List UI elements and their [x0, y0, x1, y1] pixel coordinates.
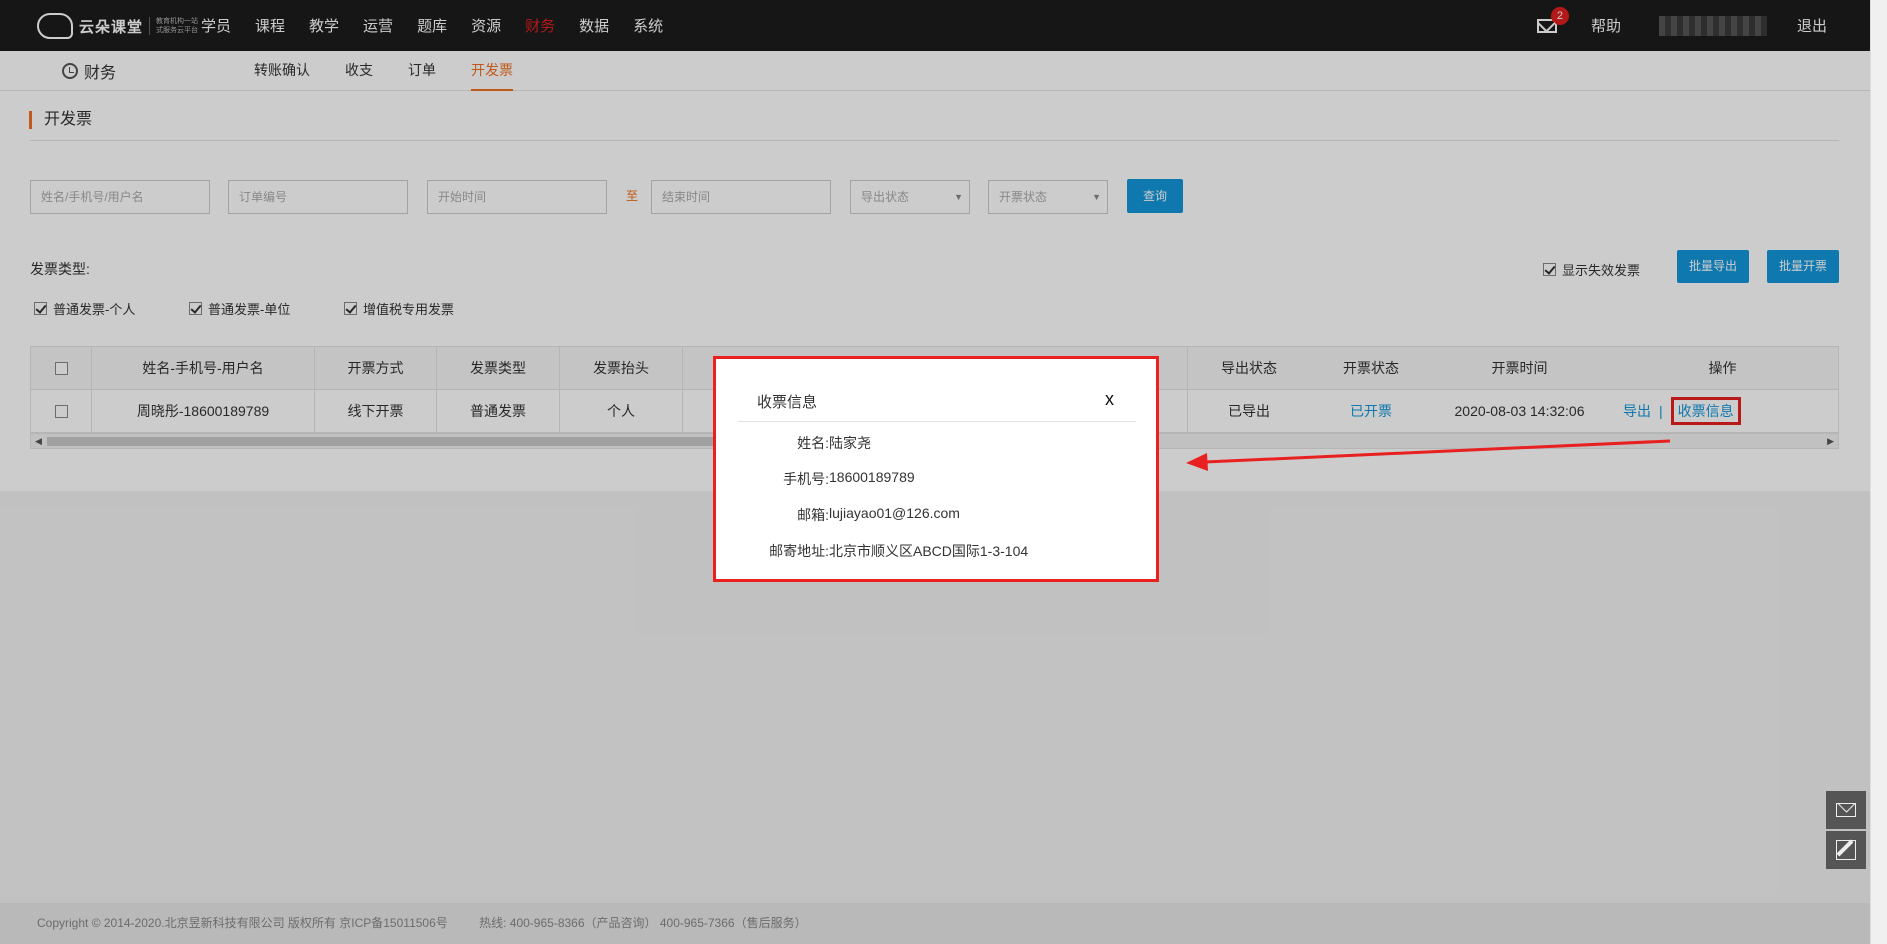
arrow-shaft [1204, 439, 1671, 464]
feedback-mail-button[interactable] [1826, 791, 1866, 829]
arrow-head [1186, 453, 1208, 471]
edit-button[interactable] [1826, 831, 1866, 869]
annotation-arrow [1186, 439, 1671, 471]
mail-icon [1836, 803, 1856, 817]
edit-icon [1836, 840, 1856, 860]
